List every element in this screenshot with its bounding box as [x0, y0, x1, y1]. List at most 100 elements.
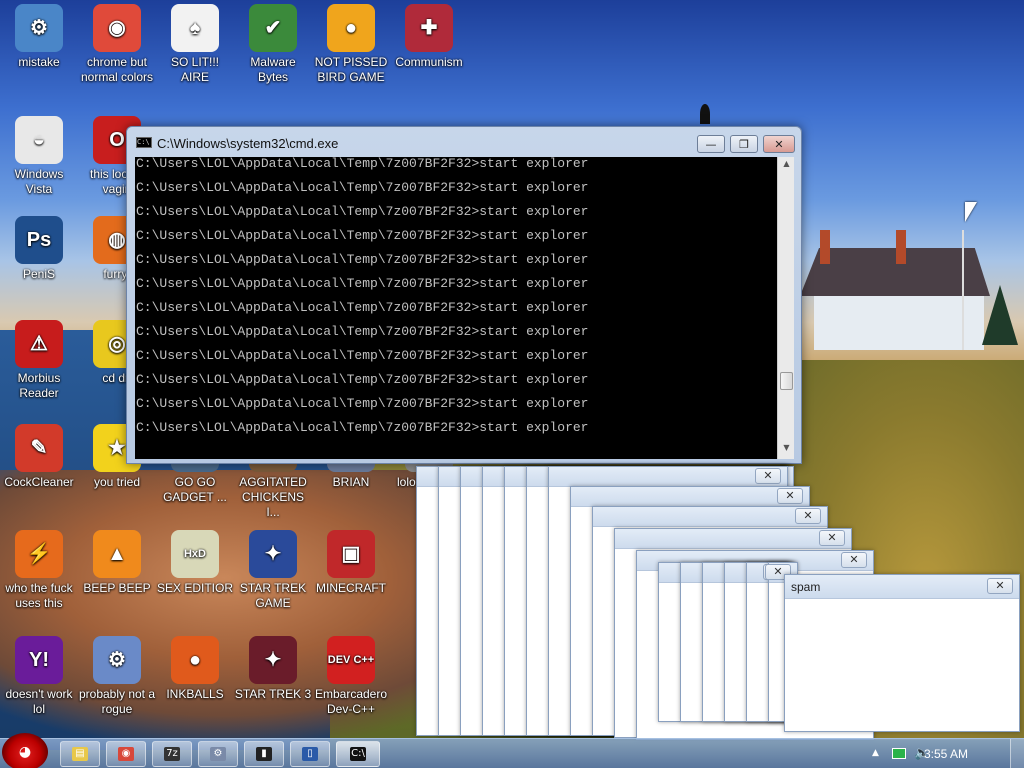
- cmd-window-icon: C:\: [136, 137, 152, 148]
- desktop-icon-image: ⚙: [93, 636, 141, 684]
- desktop-icon-label: Communism: [395, 55, 463, 69]
- spam-titlebar[interactable]: ✕: [593, 507, 827, 527]
- desktop-icon-image: ✎: [15, 424, 63, 472]
- desktop-icon[interactable]: ◉ chrome but normal colors: [78, 4, 156, 85]
- battery-icon[interactable]: [892, 748, 906, 759]
- scroll-thumb[interactable]: [780, 372, 793, 390]
- spam-title: spam: [791, 580, 821, 594]
- desktop-icon[interactable]: ✦ STAR TREK 3: [234, 636, 312, 702]
- spam-titlebar[interactable]: ✕: [549, 467, 787, 487]
- taskbar-cmd-active[interactable]: C:\: [336, 741, 380, 767]
- desktop-icon-label: you tried: [93, 475, 141, 489]
- desktop-icon-image: ⚡: [15, 530, 63, 578]
- desktop-icon-label: CockCleaner: [4, 475, 74, 489]
- desktop-icon[interactable]: ⚡ who the fuck uses this: [0, 530, 78, 611]
- desktop-icon-label: Malware Bytes: [250, 55, 296, 84]
- desktop-icon-image: ♠: [171, 4, 219, 52]
- taskbar-chrome[interactable]: ◉: [106, 741, 146, 767]
- console-line: C:\Users\LOL\AppData\Local\Temp\7z007BF2…: [136, 228, 589, 243]
- background-tree: [982, 285, 1018, 345]
- desktop-icon-image: DEV C++: [327, 636, 375, 684]
- desktop-icon-label: PeniS: [22, 267, 56, 281]
- desktop-icon-image: ●: [327, 4, 375, 52]
- spam-titlebar[interactable]: ✕: [571, 487, 809, 507]
- scroll-up-arrow[interactable]: ▲: [778, 159, 795, 173]
- desktop-icon-image: ✦: [249, 636, 297, 684]
- desktop-icon[interactable]: ✚ Communism: [390, 4, 468, 70]
- console-line: C:\Users\LOL\AppData\Local\Temp\7z007BF2…: [136, 276, 589, 291]
- spam-close-button[interactable]: ✕: [987, 578, 1013, 594]
- show-desktop-button[interactable]: [1010, 739, 1024, 768]
- taskbar-app-icon: ▤: [72, 747, 88, 761]
- spam-close-button[interactable]: ✕: [819, 530, 845, 546]
- console-line: C:\Users\LOL\AppData\Local\Temp\7z007BF2…: [136, 396, 589, 411]
- console-line: C:\Users\LOL\AppData\Local\Temp\7z007BF2…: [136, 420, 589, 435]
- desktop-icon-label: SEX EDITIOR: [156, 581, 233, 595]
- close-button[interactable]: ✕: [763, 135, 795, 153]
- desktop-icon-label: STAR TREK GAME: [239, 581, 307, 610]
- desktop-icon-image: ✦: [249, 530, 297, 578]
- desktop-icon-label: AGGITATED CHICKENS I...: [239, 475, 307, 519]
- desktop-icon[interactable]: Y! doesn't work lol: [0, 636, 78, 717]
- desktop-icon[interactable]: ● INKBALLS: [156, 636, 234, 702]
- desktop-icon-image: Ps: [15, 216, 63, 264]
- desktop-icon[interactable]: ◒ Windows Vista: [0, 116, 78, 197]
- background-lighthouse-top: [700, 104, 710, 124]
- spam-close-button[interactable]: ✕: [755, 468, 781, 484]
- clock[interactable]: 3:55 AM: [924, 747, 968, 761]
- taskbar-app-icon: ⚙: [210, 747, 226, 761]
- desktop-icon-image: ◒: [15, 116, 63, 164]
- desktop-icon[interactable]: ⚙ mistake: [0, 4, 78, 70]
- spam-titlebar[interactable]: spam ✕: [785, 575, 1019, 599]
- desktop-icon-image: ⚠: [15, 320, 63, 368]
- scroll-down-arrow[interactable]: ▼: [778, 443, 795, 457]
- maximize-button[interactable]: ❐: [730, 135, 758, 153]
- desktop-icon-label: Morbius Reader: [17, 371, 61, 400]
- desktop-icon[interactable]: ⚙ probably not a rogue: [78, 636, 156, 717]
- desktop-icon-image: Y!: [15, 636, 63, 684]
- minimize-button[interactable]: —: [697, 135, 725, 153]
- desktop-icon[interactable]: ● NOT PISSED BIRD GAME: [312, 4, 390, 85]
- spam-window[interactable]: spam ✕: [784, 574, 1020, 732]
- desktop-icon-label: mistake: [18, 55, 60, 69]
- spam-close-button[interactable]: ✕: [777, 488, 803, 504]
- desktop-icon[interactable]: ♠ SO LIT!!! AIRE: [156, 4, 234, 85]
- desktop-icon-label: who the fuck uses this: [5, 581, 73, 610]
- taskbar-tools[interactable]: ⚙: [198, 741, 238, 767]
- desktop-icon[interactable]: Ps PeniS: [0, 216, 78, 282]
- desktop-icon[interactable]: HxD SEX EDITIOR: [156, 530, 234, 596]
- console-line: C:\Users\LOL\AppData\Local\Temp\7z007BF2…: [136, 180, 589, 195]
- cmd-titlebar[interactable]: C:\ C:\Windows\system32\cmd.exe — ❐ ✕: [127, 127, 801, 157]
- cmd-console-output[interactable]: C:\Users\LOL\AppData\Local\Temp\7z007BF2…: [135, 157, 777, 459]
- taskbar-explorer[interactable]: ▤: [60, 741, 100, 767]
- desktop-icon[interactable]: ✎ CockCleaner: [0, 424, 78, 490]
- desktop-icon-label: Embarcadero Dev-C++: [314, 687, 388, 716]
- desktop-icon[interactable]: ✦ STAR TREK GAME: [234, 530, 312, 611]
- desktop-icon-label: SO LIT!!! AIRE: [170, 55, 219, 84]
- desktop-icon[interactable]: ⚠ Morbius Reader: [0, 320, 78, 401]
- desktop-icon-image: ●: [171, 636, 219, 684]
- cmd-scrollbar[interactable]: ▲ ▼: [777, 157, 794, 459]
- desktop-icon[interactable]: ▣ MINECRAFT: [312, 530, 390, 596]
- tray-expand-arrow[interactable]: ▲: [872, 748, 879, 758]
- desktop-icon[interactable]: ▲ BEEP BEEP: [78, 530, 156, 596]
- taskbar-phone[interactable]: ▯: [290, 741, 330, 767]
- cmd-window[interactable]: C:\ C:\Windows\system32\cmd.exe — ❐ ✕ C:…: [126, 126, 802, 464]
- spam-close-button[interactable]: ✕: [795, 508, 821, 524]
- taskbar: ◕ ▤ ◉ 7z ⚙ ▮ ▯ C:\ ▲ 🔈 3:55 AM: [0, 733, 1024, 768]
- desktop-icon-label: INKBALLS: [166, 687, 224, 701]
- taskbar-terminal[interactable]: ▮: [244, 741, 284, 767]
- start-button[interactable]: ◕: [2, 733, 48, 768]
- desktop-icon[interactable]: ✔ Malware Bytes: [234, 4, 312, 85]
- console-line: C:\Users\LOL\AppData\Local\Temp\7z007BF2…: [136, 348, 589, 363]
- console-line: C:\Users\LOL\AppData\Local\Temp\7z007BF2…: [136, 252, 589, 267]
- desktop-icon-label: Windows Vista: [14, 167, 64, 196]
- taskbar-app-icon: ▯: [302, 747, 318, 761]
- desktop-icon-image: ✔: [249, 4, 297, 52]
- background-flagpole: [962, 230, 964, 350]
- spam-titlebar[interactable]: ✕: [615, 529, 851, 549]
- system-tray: ▲ 🔈 3:55 AM: [864, 739, 1024, 768]
- taskbar-7zip[interactable]: 7z: [152, 741, 192, 767]
- desktop-icon[interactable]: DEV C++ Embarcadero Dev-C++: [312, 636, 390, 717]
- spam-close-button[interactable]: ✕: [841, 552, 867, 568]
